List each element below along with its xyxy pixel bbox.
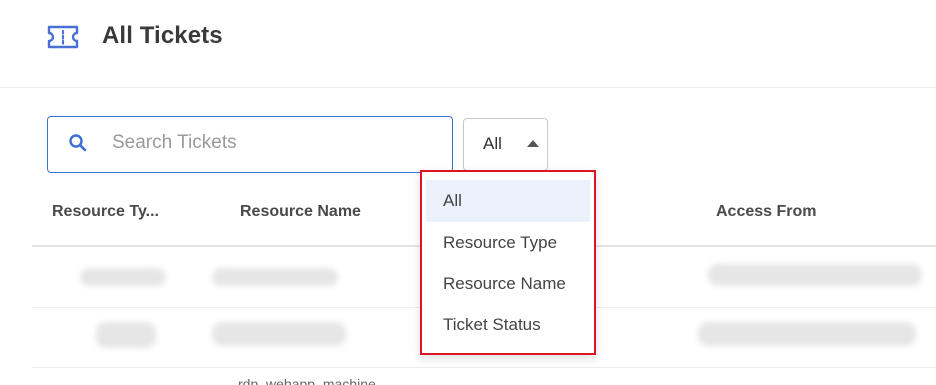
- redacted-cell: [96, 322, 156, 348]
- column-header-resource-type[interactable]: Resource Ty...: [52, 203, 159, 221]
- redacted-cell: [698, 322, 916, 346]
- dropdown-option-all[interactable]: All: [426, 180, 590, 222]
- search-icon: [69, 134, 87, 152]
- ticket-icon: [47, 25, 79, 49]
- caret-up-icon[interactable]: [527, 140, 539, 147]
- redacted-cell: [80, 268, 166, 286]
- search-input[interactable]: [112, 128, 432, 158]
- dropdown-option-resource-name[interactable]: Resource Name: [426, 263, 590, 305]
- table-cell-resource-name: rdp_webapp_machine: [238, 376, 376, 385]
- filter-dropdown-menu: All Resource Type Resource Name Ticket S…: [420, 170, 596, 355]
- column-header-access-from[interactable]: Access From: [716, 203, 817, 221]
- dropdown-option-resource-type[interactable]: Resource Type: [426, 222, 590, 264]
- column-header-resource-name[interactable]: Resource Name: [240, 203, 361, 221]
- redacted-cell: [708, 264, 922, 286]
- dropdown-option-ticket-status[interactable]: Ticket Status: [426, 304, 590, 346]
- row-divider: [32, 367, 936, 368]
- redacted-cell: [212, 268, 338, 286]
- filter-selected-value: All: [483, 134, 502, 153]
- redacted-cell: [212, 322, 346, 346]
- page-title: All Tickets: [102, 22, 223, 49]
- page-header: All Tickets: [0, 0, 936, 88]
